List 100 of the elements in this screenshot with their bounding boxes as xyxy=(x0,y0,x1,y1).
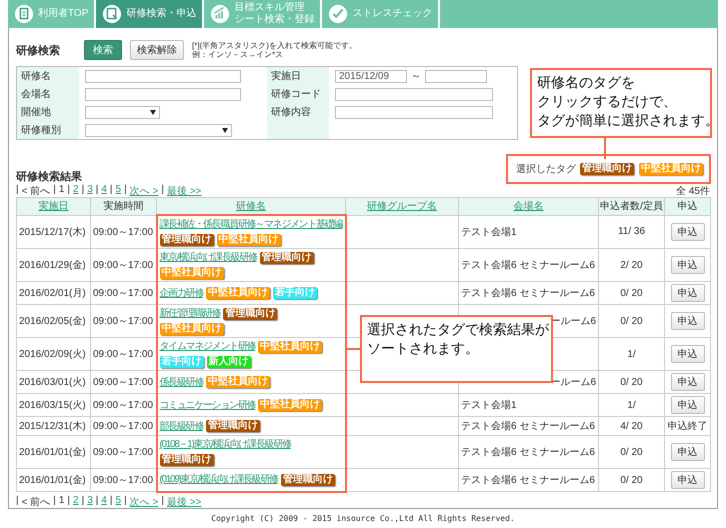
tag[interactable]: 中堅社員向け xyxy=(639,163,703,175)
page-link[interactable]: 最後 >> xyxy=(166,184,202,198)
course-link[interactable]: 課長補佐・係長職員研修～マネジメント基礎編 xyxy=(160,218,342,231)
tag[interactable]: 管理職向け xyxy=(160,234,214,246)
text-field[interactable] xyxy=(335,88,493,100)
selected-tags-label: 選択したタグ xyxy=(516,163,576,176)
course-link[interactable]: 企画力研修 xyxy=(160,286,204,300)
course-link[interactable]: 係長級研修 xyxy=(160,376,204,388)
apply-button[interactable]: 申込 xyxy=(670,443,704,461)
apply-button[interactable]: 申込 xyxy=(670,396,704,414)
pager-separator: | xyxy=(124,184,127,196)
result-count: 全 45件 xyxy=(676,184,710,198)
tag[interactable]: 管理職向け xyxy=(580,163,634,175)
checkmark-icon xyxy=(328,4,348,24)
pager-separator: | xyxy=(96,495,98,508)
tag[interactable]: 中堅社員向け xyxy=(258,399,322,411)
text-field[interactable] xyxy=(335,106,493,118)
callout-text: ソートされます。 xyxy=(367,339,479,358)
page-link[interactable]: 次へ > xyxy=(130,184,158,198)
page-link[interactable]: 2 xyxy=(73,495,79,509)
date-field[interactable]: 2015/12/09 xyxy=(335,70,407,82)
course-link[interactable]: (0109)東京/横浜向け課長級研修 xyxy=(160,473,278,486)
tag[interactable]: 中堅社員向け xyxy=(160,267,224,279)
column-header[interactable]: 会場名 xyxy=(514,201,544,212)
pager-separator: | xyxy=(161,184,164,196)
course-link[interactable]: 新任管理職研修 xyxy=(160,307,220,320)
apply-button[interactable]: 申込 xyxy=(670,312,704,330)
tag[interactable]: 中堅社員向け xyxy=(216,234,280,246)
chart-icon xyxy=(210,4,230,24)
page-link[interactable]: 2 xyxy=(73,184,79,198)
tag[interactable]: 中堅社員向け xyxy=(206,287,270,299)
pager-separator: | xyxy=(110,495,113,508)
select-field[interactable] xyxy=(85,106,160,118)
date-text: 2015/12/31(木) xyxy=(19,421,86,432)
time-text: 09:00～17:00 xyxy=(93,260,154,271)
apply-button[interactable]: 申込 xyxy=(670,256,704,274)
column-header: 実施時間 xyxy=(104,201,144,212)
apply-button[interactable]: 申込 xyxy=(670,222,704,241)
tag[interactable]: 新人向け xyxy=(206,356,250,368)
tag[interactable]: 中堅社員向け xyxy=(160,323,224,335)
tag[interactable]: 管理職向け xyxy=(223,308,278,320)
hint-text: [*](半角アスタリスク)を入れて検索可能です。 xyxy=(192,41,357,50)
page-link[interactable]: 4 xyxy=(101,495,107,509)
page-link[interactable]: 5 xyxy=(116,184,122,198)
page-link[interactable]: 最後 >> xyxy=(166,495,202,509)
apply-button[interactable]: 申込 xyxy=(670,471,704,489)
course-link[interactable]: タイムマネジメント研修 xyxy=(160,340,256,353)
course-link[interactable]: 部長級研修 xyxy=(160,420,204,432)
date-text: 2016/03/15(火) xyxy=(19,400,86,411)
course-link[interactable]: (0108－1)東京/横浜向け課長級研修 xyxy=(160,438,291,451)
venue-text: テスト会場6 セミナールーム6 xyxy=(461,421,595,432)
pager-separator: | xyxy=(124,495,127,508)
tag[interactable]: 管理職向け xyxy=(160,454,214,466)
course-link[interactable]: 東京/横浜向け課長級研修 xyxy=(160,251,257,264)
callout-text: タグが簡単に選択されます。 xyxy=(537,111,719,130)
status-text: 申込終了 xyxy=(668,421,708,432)
tag[interactable]: 中堅社員向け xyxy=(206,376,270,388)
apply-button[interactable]: 申込 xyxy=(670,284,704,302)
field-label: 研修内容 xyxy=(267,103,329,121)
select-field[interactable] xyxy=(85,124,232,136)
course-link[interactable]: コミュニケーション研修 xyxy=(160,398,256,412)
count-text: 2/ 20 xyxy=(620,260,643,270)
nav-tab[interactable]: 研修検索・申込 xyxy=(96,0,204,28)
tag[interactable]: 中堅社員向け xyxy=(258,340,322,352)
count-text: 0/ 20 xyxy=(620,288,643,298)
search-button[interactable]: 検索 xyxy=(84,40,122,60)
venue-text: テスト会場6 セミナールーム6 xyxy=(461,260,595,271)
page-link[interactable]: 次へ > xyxy=(130,495,158,509)
page-link[interactable]: 4 xyxy=(101,184,107,198)
page-label: 1 xyxy=(58,184,64,196)
time-text: 09:00～17:00 xyxy=(93,288,154,299)
date-text: 2016/01/01(金) xyxy=(19,475,86,486)
pager-separator: | xyxy=(67,184,70,196)
hint-text: 例：インソ－ス→イン*ス xyxy=(192,50,284,59)
count-text: 4/ 20 xyxy=(620,420,643,432)
apply-button[interactable]: 申込 xyxy=(670,373,704,391)
page-link[interactable]: 3 xyxy=(87,184,93,198)
tag[interactable]: 管理職向け xyxy=(206,420,260,432)
page-link[interactable]: 5 xyxy=(116,495,122,509)
venue-text: テスト会場1 xyxy=(461,400,517,411)
page-label: 1 xyxy=(58,495,64,508)
document-icon xyxy=(14,4,34,24)
clear-button[interactable]: 検索解除 xyxy=(130,40,184,60)
column-header[interactable]: 研修名 xyxy=(236,201,266,212)
tag[interactable]: 管理職向け xyxy=(260,252,314,264)
venue-text: テスト会場1 xyxy=(461,226,517,238)
count-text: 1/ xyxy=(627,400,636,410)
count-text: 11/ 36 xyxy=(618,226,646,238)
date-text: 2016/02/09(火) xyxy=(19,349,86,360)
date-field[interactable] xyxy=(425,70,487,82)
text-field[interactable] xyxy=(85,70,241,82)
field-label: 研修コード xyxy=(267,85,329,103)
column-header: 申込者数/定員 xyxy=(600,201,663,212)
tag[interactable]: 管理職向け xyxy=(280,474,335,486)
text-field[interactable] xyxy=(85,88,241,100)
page-link[interactable]: 3 xyxy=(87,495,93,509)
count-text: 1/ xyxy=(627,348,636,360)
apply-button[interactable]: 申込 xyxy=(670,345,704,363)
range-separator: ～ xyxy=(411,70,421,83)
page-label: < 前へ xyxy=(22,184,50,198)
